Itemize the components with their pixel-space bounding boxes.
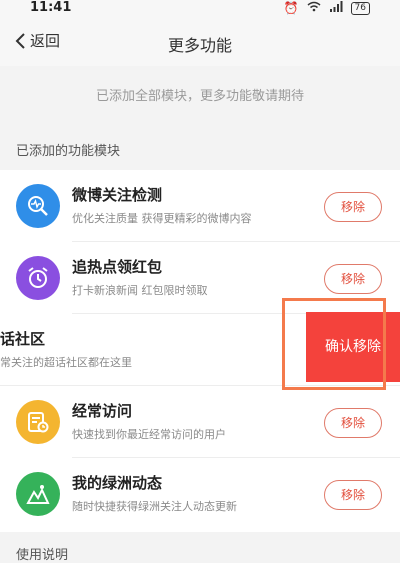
- module-title: 话社区: [0, 330, 46, 348]
- module-row-oasis-updates: 我的绿洲动态 随时快捷获得绿洲关注人动态更新 移除: [0, 458, 400, 530]
- section-label: 已添加的功能模块: [16, 144, 121, 159]
- remove-button[interactable]: 移除: [324, 264, 382, 294]
- module-desc: 快速找到你最近经常访问的用户: [72, 428, 226, 441]
- status-time: 11:41: [30, 0, 72, 15]
- remove-button[interactable]: 移除: [324, 480, 382, 510]
- module-title: 我的绿洲动态: [72, 474, 163, 492]
- search-pulse-icon: [16, 184, 60, 228]
- usage-instructions-label: 使用说明: [16, 548, 69, 563]
- module-row-weibo-follow-check: 微博关注检测 优化关注质量 获得更精彩的微博内容 移除: [0, 170, 400, 242]
- module-row-hot-red-packet: 追热点领红包 打卡新浪新闻 红包限时领取 移除: [0, 242, 400, 314]
- alarm-clock-icon: [16, 256, 60, 300]
- oasis-icon: [16, 472, 60, 516]
- notice-text: 已添加全部模块，更多功能敬请期待: [0, 66, 400, 128]
- module-desc: 随时快捷获得绿洲关注人动态更新: [72, 500, 237, 513]
- module-desc: 常关注的超话社区都在这里: [0, 356, 132, 369]
- module-desc: 优化关注质量 获得更精彩的微博内容: [72, 212, 252, 225]
- battery-indicator: 76: [350, 1, 370, 15]
- wifi-icon: [307, 0, 321, 16]
- remove-button[interactable]: 移除: [324, 408, 382, 438]
- module-title: 微博关注检测: [72, 186, 163, 204]
- module-title: 追热点领红包: [72, 258, 163, 276]
- visit-card-icon: [16, 400, 60, 444]
- remove-button[interactable]: 移除: [324, 192, 382, 222]
- alarm-icon: ⏰: [283, 1, 299, 15]
- status-icons: ⏰ 76: [284, 0, 370, 16]
- module-row-frequent-visits: 经常访问 快速找到你最近经常访问的用户 移除: [0, 386, 400, 458]
- page-title: 更多功能: [167, 36, 232, 55]
- module-desc: 打卡新浪新闻 红包限时领取: [72, 284, 208, 297]
- confirm-remove-button[interactable]: 确认移除: [306, 312, 400, 382]
- status-bar: 11:41 ⏰ 76: [0, 0, 400, 18]
- signal-icon: [329, 0, 343, 16]
- navigation-bar: 返回 更多功能: [0, 18, 400, 67]
- module-title: 经常访问: [72, 402, 133, 420]
